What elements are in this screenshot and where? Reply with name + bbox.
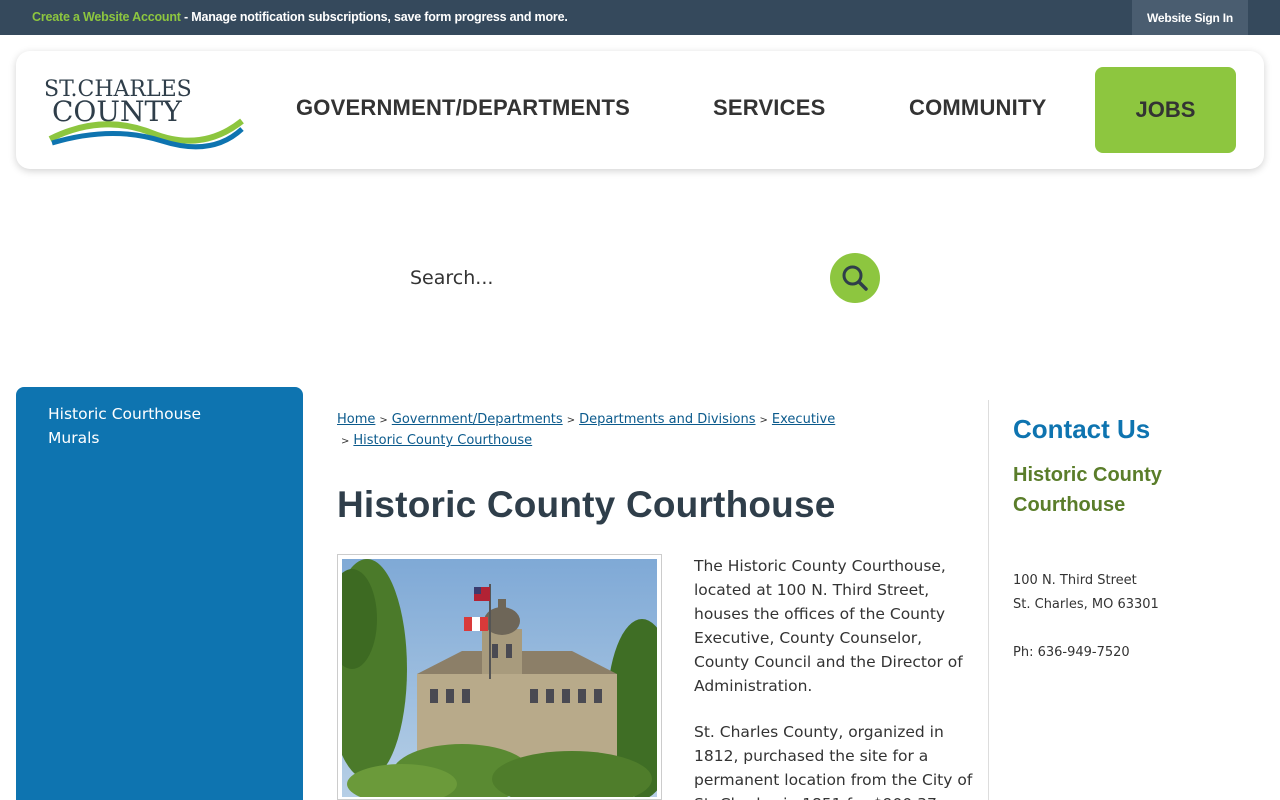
county-logo[interactable]: ST.CHARLES COUNTY bbox=[42, 73, 246, 153]
contact-organization: Historic County Courthouse bbox=[1013, 464, 1162, 516]
breadcrumb-separator: > bbox=[759, 415, 768, 426]
contact-us-heading: Contact Us bbox=[1013, 414, 1151, 444]
address-line1: 100 N. Third Street bbox=[1013, 573, 1137, 588]
sidebar-nav: Historic Courthouse Murals bbox=[16, 387, 303, 800]
breadcrumb-historic-county-courthouse[interactable]: Historic County Courthouse bbox=[353, 433, 532, 448]
site-header: ST.CHARLES COUNTY GOVERNMENT/DEPARTMENTS… bbox=[16, 51, 1264, 169]
nav-community[interactable]: COMMUNITY bbox=[909, 95, 1046, 121]
courthouse-photo bbox=[337, 554, 662, 800]
logo-graphic: ST.CHARLES COUNTY bbox=[44, 77, 244, 150]
search-button[interactable] bbox=[830, 253, 880, 303]
nav-services[interactable]: SERVICES bbox=[713, 95, 825, 121]
column-divider bbox=[988, 400, 989, 800]
content-body: The Historic County Courthouse, located … bbox=[694, 554, 974, 800]
nav-jobs-button[interactable]: JOBS bbox=[1095, 67, 1236, 153]
content-paragraph: St. Charles County, organized in 1812, p… bbox=[694, 723, 973, 800]
account-message: Create a Website Account - Manage notifi… bbox=[32, 10, 568, 24]
breadcrumb-departments-divisions[interactable]: Departments and Divisions bbox=[579, 412, 755, 427]
breadcrumb: Home > Government/Departments > Departments … bbox=[337, 410, 977, 452]
create-account-link[interactable]: Create a Website Account bbox=[32, 10, 181, 24]
contact-phone: Ph: 636-949-7520 bbox=[1013, 645, 1130, 660]
breadcrumb-home[interactable]: Home bbox=[337, 412, 375, 427]
content-paragraph: The Historic County Courthouse, located … bbox=[694, 557, 963, 695]
breadcrumb-executive[interactable]: Executive bbox=[772, 412, 835, 427]
sidebar-item-historic-courthouse-murals[interactable]: Historic Courthouse Murals bbox=[48, 402, 238, 450]
nav-government-departments[interactable]: GOVERNMENT/DEPARTMENTS bbox=[296, 95, 630, 121]
search-icon bbox=[842, 265, 868, 291]
top-notification-bar: Create a Website Account - Manage notifi… bbox=[0, 0, 1280, 35]
breadcrumb-separator: > bbox=[379, 415, 388, 426]
website-sign-in-button[interactable]: Website Sign In bbox=[1132, 0, 1248, 35]
search-input[interactable] bbox=[398, 258, 818, 298]
breadcrumb-separator: > bbox=[341, 436, 350, 447]
contact-address: 100 N. Third Street St. Charles, MO 6330… bbox=[1013, 569, 1159, 617]
breadcrumb-separator: > bbox=[566, 415, 576, 426]
courthouse-image bbox=[342, 559, 657, 797]
breadcrumb-government-departments[interactable]: Government/Departments bbox=[392, 412, 563, 427]
address-line2: St. Charles, MO 63301 bbox=[1013, 597, 1159, 612]
account-description: - Manage notification subscriptions, sav… bbox=[180, 10, 568, 24]
page-title: Historic County Courthouse bbox=[337, 484, 836, 525]
